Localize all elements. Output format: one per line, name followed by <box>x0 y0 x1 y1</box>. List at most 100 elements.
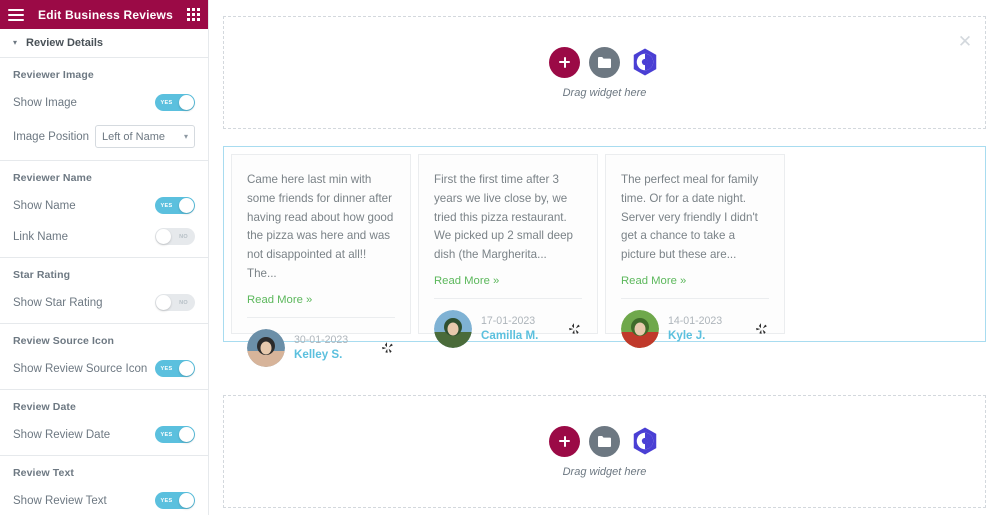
control-label: Image Position <box>13 130 90 143</box>
elementor-logo-button[interactable] <box>629 47 660 78</box>
folder-icon <box>598 56 611 68</box>
control-label: Show Review Text <box>13 494 107 507</box>
review-meta: 14-01-2023 Kyle J. <box>668 315 746 342</box>
review-card[interactable]: The perfect meal for family time. Or for… <box>605 154 785 348</box>
elementor-logo-button[interactable] <box>629 426 660 457</box>
panel-title: Edit Business Reviews <box>38 7 173 22</box>
control-row: Show Star Rating NO <box>13 294 195 311</box>
dropzone-top-label: Drag widget here <box>562 86 647 99</box>
reviewer-name[interactable]: Camilla M. <box>481 329 559 342</box>
review-date: 14-01-2023 <box>668 315 723 328</box>
plus-icon <box>559 435 570 447</box>
section-title: Star Rating <box>13 269 71 281</box>
grid-apps-icon[interactable] <box>187 8 200 21</box>
review-footer: 30-01-2023 Kelley S. <box>247 316 395 367</box>
chevron-down-icon: ▾ <box>183 132 188 141</box>
accordion-label: Review Details <box>26 37 104 49</box>
toggle-show-image[interactable]: YES <box>155 94 195 111</box>
toggle-link-name[interactable]: NO <box>155 228 195 245</box>
review-text: Came here last min with some friends for… <box>247 173 394 280</box>
review-text: First the first time after 3 years we li… <box>434 173 573 262</box>
section-reviewer-image: Reviewer Image Show Image YES Image Positio… <box>0 58 208 161</box>
panel-header: Edit Business Reviews <box>0 0 208 29</box>
section-title: Reviewer Image <box>13 69 94 81</box>
section-title: Reviewer Name <box>13 172 92 184</box>
elementor-logo-icon <box>633 48 656 76</box>
toggle-knob <box>179 427 194 442</box>
review-meta: 30-01-2023 Kelley S. <box>294 334 372 361</box>
review-date: 30-01-2023 <box>294 334 349 347</box>
toggle-show-star-rating[interactable]: NO <box>155 294 195 311</box>
add-widget-button[interactable] <box>549 425 580 457</box>
section-review-text: Review TextShow Review TextYESText Lengt… <box>0 456 208 515</box>
yelp-icon <box>381 341 395 355</box>
control-label: Show Star Rating <box>13 296 103 309</box>
toggle-knob <box>179 198 194 213</box>
control-row: Show Review Text YES <box>13 492 195 509</box>
section-title: Review Text <box>13 467 75 479</box>
review-card[interactable]: First the first time after 3 years we li… <box>418 154 598 348</box>
toggle-knob <box>179 361 194 376</box>
toggle-state-text: YES <box>160 202 173 209</box>
section-title: Review Source Icon <box>13 335 115 347</box>
toggle-knob <box>179 95 194 110</box>
control-row: Show Image YES <box>13 94 195 111</box>
avatar <box>434 309 472 348</box>
editor-canvas: ✕ Drag widget here Came here last min wi… <box>209 0 1000 515</box>
control-label: Show Image <box>13 96 77 109</box>
dropzone-bottom-buttons <box>549 425 660 457</box>
review-footer: 17-01-2023 Camilla M. <box>434 297 582 348</box>
add-template-button[interactable] <box>589 425 620 457</box>
toggle-show-review-source-icon[interactable]: YES <box>155 360 195 377</box>
business-reviews-widget[interactable]: Came here last min with some friends for… <box>223 146 986 367</box>
control-row: Show Review Source Icon YES <box>13 360 195 377</box>
dropzone-bottom[interactable]: Drag widget here <box>223 395 986 508</box>
elementor-editor: Edit Business Reviews ▾ Review Details R… <box>0 0 1000 515</box>
toggle-show-review-text[interactable]: YES <box>155 492 195 509</box>
toggle-knob <box>179 493 194 508</box>
select-image-position[interactable]: Left of Name ▾ <box>95 125 195 148</box>
read-more-link[interactable]: Read More » <box>247 294 395 306</box>
toggle-show-review-date[interactable]: YES <box>155 426 195 443</box>
toggle-show-name[interactable]: YES <box>155 197 195 214</box>
add-widget-button[interactable] <box>549 46 580 78</box>
section-star-rating: Star Rating Show Star Rating NO <box>0 258 208 324</box>
yelp-icon <box>755 322 769 336</box>
toggle-state-text: YES <box>160 365 173 372</box>
dropzone-top-buttons <box>549 46 660 78</box>
control-row: Link Name NO <box>13 228 195 245</box>
control-row: Show Name YES <box>13 197 195 214</box>
review-meta: 17-01-2023 Camilla M. <box>481 315 559 342</box>
reviewer-name[interactable]: Kyle J. <box>668 329 746 342</box>
read-more-link[interactable]: Read More » <box>621 275 769 287</box>
review-text: The perfect meal for family time. Or for… <box>621 173 759 262</box>
select-value: Left of Name <box>102 130 165 143</box>
avatar <box>247 328 285 367</box>
chevron-down-icon: ▾ <box>13 38 18 47</box>
reviewer-name[interactable]: Kelley S. <box>294 348 372 361</box>
section-review-source-icon: Review Source Icon Show Review Source Ico… <box>0 324 208 390</box>
control-label: Show Review Date <box>13 428 111 441</box>
review-card[interactable]: Came here last min with some friends for… <box>231 154 411 367</box>
control-label: Show Review Source Icon <box>13 362 148 375</box>
reviews-list: Came here last min with some friends for… <box>224 147 785 367</box>
read-more-link[interactable]: Read More » <box>434 275 582 287</box>
section-review-date: Review Date Show Review Date YES <box>0 390 208 456</box>
toggle-state-text: YES <box>160 431 173 438</box>
yelp-icon <box>568 322 582 336</box>
control-label: Show Name <box>13 199 76 212</box>
add-template-button[interactable] <box>589 46 620 78</box>
toggle-state-text: NO <box>179 233 188 240</box>
toggle-state-text: NO <box>179 299 188 306</box>
hamburger-icon[interactable] <box>8 8 24 21</box>
review-date: 17-01-2023 <box>481 315 536 328</box>
control-row: Image Position Left of Name ▾ <box>13 125 195 148</box>
toggle-state-text: YES <box>160 99 173 106</box>
avatar <box>621 309 659 348</box>
dropzone-top[interactable]: Drag widget here <box>223 16 986 129</box>
close-icon[interactable]: ✕ <box>956 33 974 51</box>
settings-sections: Reviewer Image Show Image YES Image Positio… <box>0 58 208 515</box>
elementor-logo-icon <box>633 427 656 455</box>
plus-icon <box>559 56 570 68</box>
accordion-review-details[interactable]: ▾ Review Details <box>0 29 208 58</box>
